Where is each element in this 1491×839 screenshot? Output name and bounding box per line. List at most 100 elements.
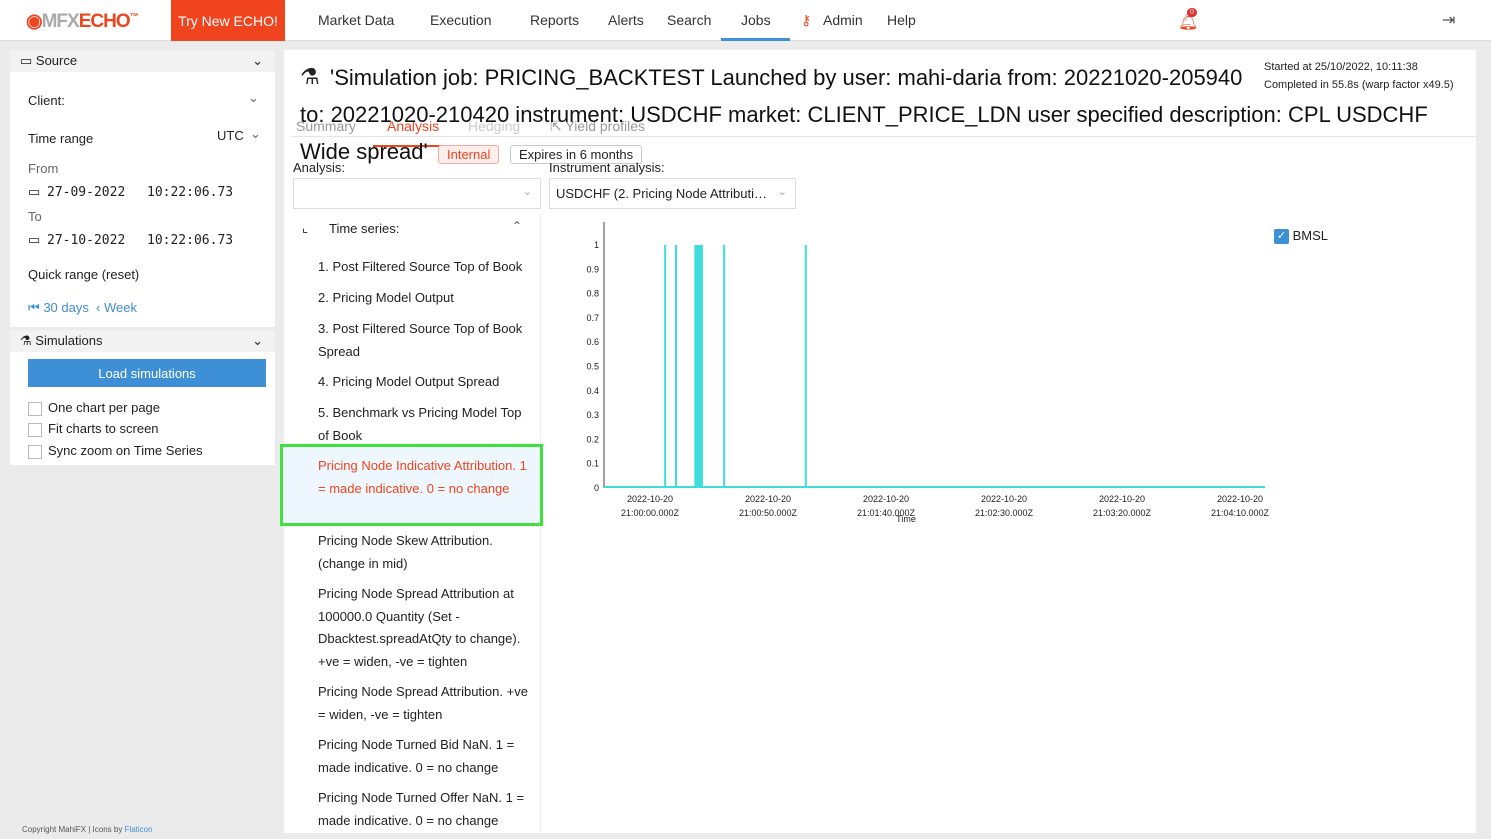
instrument-analysis-select[interactable]: USDCHF (2. Pricing Node Attributi… ⌄	[549, 178, 796, 209]
x-tick-label: 2022-10-20	[1099, 494, 1145, 504]
x-tick-label: 2022-10-20	[1217, 494, 1263, 504]
simulations-header[interactable]: ⚗ Simulations ⌄	[10, 330, 275, 352]
started-at: Started at 25/10/2022, 10:11:38	[1264, 61, 1418, 73]
notification-badge: 0	[1187, 8, 1197, 17]
fit-charts-checkbox[interactable]: Fit charts to screen	[28, 421, 159, 437]
flask-icon: ⚗	[20, 333, 36, 348]
try-new-echo-button[interactable]: Try New ECHO!	[171, 0, 285, 41]
x-tick-label: 21:03:20.000Z	[1093, 508, 1152, 518]
chevron-down-icon: ⌄	[777, 186, 787, 198]
client-dropdown-chevron-icon[interactable]: ⌄	[248, 90, 259, 106]
series-pulse	[723, 245, 726, 488]
y-tick-label: 0.5	[586, 362, 599, 372]
key-icon: ⚷	[801, 12, 812, 28]
source-header[interactable]: ▭ Source ⌄	[10, 50, 275, 72]
tabs-divider	[291, 136, 1476, 137]
quick-range-week[interactable]: ‹ Week	[96, 300, 137, 315]
time-series-item[interactable]: 2. Pricing Model Output	[318, 287, 533, 310]
chevron-up-icon[interactable]: ⌃	[512, 219, 522, 233]
x-tick-label: 21:04:10.000Z	[1211, 508, 1270, 518]
x-tick-label: 21:00:50.000Z	[739, 508, 798, 518]
from-label: From	[28, 161, 59, 176]
time-series-header[interactable]: Time series:	[329, 221, 399, 236]
calendar-icon: ▭	[28, 184, 41, 199]
time-series-item[interactable]: 4. Pricing Model Output Spread	[318, 371, 533, 394]
one-chart-per-page-checkbox[interactable]: One chart per page	[28, 400, 160, 416]
y-tick-label: 0	[594, 483, 599, 493]
chevron-down-icon: ⌄	[252, 53, 263, 68]
time-series-item[interactable]: 3. Post Filtered Source Top of Book Spre…	[318, 318, 533, 363]
nav-admin[interactable]: Admin	[823, 12, 863, 28]
x-tick-label: 2022-10-20	[745, 494, 791, 504]
chart-line-icon: ⌞	[302, 220, 309, 235]
time-series-item[interactable]: 5. Benchmark vs Pricing Model Top of Boo…	[318, 402, 533, 447]
series-pulse	[664, 245, 667, 488]
sync-zoom-checkbox[interactable]: Sync zoom on Time Series	[28, 443, 203, 459]
to-date-input[interactable]: 27-10-2022	[47, 233, 125, 248]
y-tick-label: 0.3	[586, 410, 599, 420]
chevron-down-icon: ⌄	[522, 186, 532, 198]
nav-market-data[interactable]: Market Data	[318, 12, 394, 28]
nav-reports[interactable]: Reports	[530, 12, 579, 28]
logo[interactable]: ◉MFXECHO™	[26, 10, 139, 33]
series-pulse	[804, 245, 807, 488]
time-series-item[interactable]: 1. Post Filtered Source Top of Book	[318, 256, 533, 279]
series-pulse	[674, 245, 677, 488]
nav-help[interactable]: Help	[887, 12, 916, 28]
y-tick-label: 0.9	[586, 264, 599, 274]
from-date-input[interactable]: 27-09-2022	[47, 185, 125, 200]
job-title-line2: to: 20221020-210420 instrument: USDCHF m…	[300, 102, 1428, 127]
timezone-select[interactable]: UTC	[217, 128, 244, 143]
internal-badge: Internal	[438, 145, 500, 164]
nav-search[interactable]: Search	[667, 12, 711, 28]
series-pulse	[694, 245, 703, 488]
chevron-down-icon: ⌄	[252, 333, 263, 348]
nav-execution[interactable]: Execution	[430, 12, 491, 28]
checkbox-checked-icon[interactable]: ✓	[1274, 229, 1289, 245]
time-series-item[interactable]: Pricing Node Indicative Attribution. 1 =…	[318, 455, 533, 500]
time-series-item[interactable]: Pricing Node Turned Offer NaN. 1 = made …	[318, 787, 533, 832]
completed-in: Completed in 55.8s (warp factor x49.5)	[1264, 79, 1454, 91]
x-tick-label: 21:00:00.000Z	[621, 508, 680, 518]
from-time-input[interactable]: 10:22:06.73	[147, 185, 233, 200]
time-series-item[interactable]: Pricing Node Skew Attribution. (change i…	[318, 530, 533, 575]
y-tick-label: 0.7	[586, 313, 599, 323]
calendar-icon: ▭	[28, 232, 41, 247]
calendar-icon: ▭	[20, 53, 36, 68]
x-tick-label: 2022-10-20	[863, 494, 909, 504]
chevron-down-icon: ⌄	[250, 126, 261, 141]
quick-range-30-days[interactable]: ⏮ 30 days	[28, 300, 89, 316]
time-range-label: Time range	[28, 131, 94, 146]
x-tick-label: 2022-10-20	[627, 494, 673, 504]
quick-range-reset[interactable]: Quick range (reset)	[28, 267, 139, 282]
legend-bmsl[interactable]: ✓ BMSL	[1274, 228, 1328, 245]
y-tick-label: 1	[594, 240, 599, 250]
y-tick-label: 0.6	[586, 337, 599, 347]
flask-icon: ⚗	[300, 64, 320, 89]
instrument-analysis-label: Instrument analysis:	[549, 160, 665, 175]
y-tick-label: 0.4	[586, 386, 599, 396]
x-tick-label: 21:02:30.000Z	[975, 508, 1034, 518]
copyright: Copyright MahiFX | Icons by Flaticon	[22, 825, 153, 834]
load-simulations-button[interactable]: Load simulations	[28, 359, 266, 387]
time-series-item[interactable]: Pricing Node Spread Attribution. +ve = w…	[318, 681, 533, 726]
flaticon-link[interactable]: Flaticon	[125, 825, 153, 834]
x-axis-label: Time	[896, 514, 916, 524]
client-label: Client:	[28, 93, 65, 108]
nav-alerts[interactable]: Alerts	[608, 12, 644, 28]
time-series-item[interactable]: Pricing Node Turned Bid NaN. 1 = made in…	[318, 734, 533, 779]
job-title: 'Simulation job: PRICING_BACKTEST Launch…	[330, 65, 1243, 90]
nav-jobs[interactable]: Jobs	[741, 12, 771, 28]
x-tick-label: 2022-10-20	[981, 494, 1027, 504]
logout-icon[interactable]: ⇥	[1442, 10, 1455, 30]
y-tick-label: 0.2	[586, 434, 599, 444]
analysis-select[interactable]: ⌄	[293, 178, 541, 209]
to-time-input[interactable]: 10:22:06.73	[147, 233, 233, 248]
y-tick-label: 0.1	[586, 459, 599, 469]
analysis-label: Analysis:	[293, 160, 346, 175]
active-nav-indicator	[721, 38, 790, 41]
to-label: To	[28, 209, 42, 224]
top-nav: ◉MFXECHO™ Try New ECHO! Market Data Exec…	[0, 0, 1491, 41]
time-series-chart[interactable]: 0 0.1 0.2 0.3 0.4 0.5 0.6 0.7 0.8 0.9 1 2022-10-20 2…	[560, 215, 1460, 535]
time-series-item[interactable]: Pricing Node Spread Attribution at 10000…	[318, 583, 533, 673]
